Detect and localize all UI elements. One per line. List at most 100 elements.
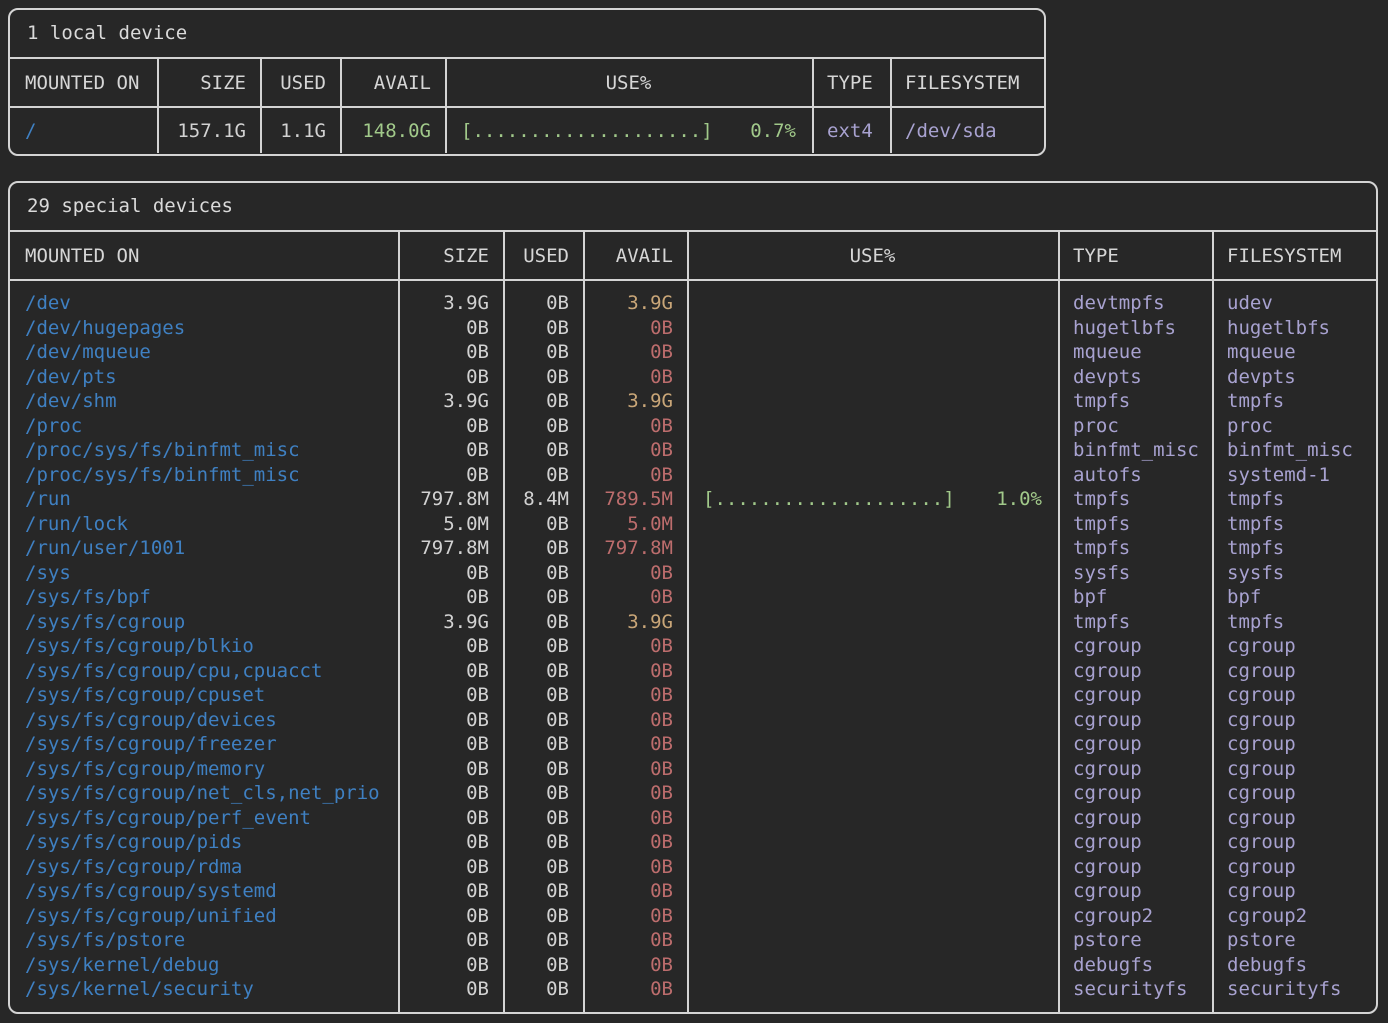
cell-used: 0B: [503, 659, 583, 684]
special-devices-title: 29 special devices: [10, 183, 1376, 232]
cell-avail: 0B: [583, 438, 687, 463]
table-row: /run/lock5.0M0B5.0Mtmpfstmpfs: [10, 512, 1376, 537]
cell-used: 0B: [503, 977, 583, 1002]
cell-type: cgroup: [1058, 879, 1212, 904]
cell-filesystem: systemd-1: [1212, 463, 1376, 488]
cell-filesystem: tmpfs: [1212, 512, 1376, 537]
usage-bar: [....................]: [703, 487, 955, 512]
cell-used: 0B: [503, 610, 583, 635]
table-row: /sys/fs/cgroup/systemd0B0B0Bcgroupcgroup: [10, 879, 1376, 904]
cell-used: 0B: [503, 340, 583, 365]
cell-mounted-on: /dev/pts: [10, 365, 398, 390]
cell-used: 0B: [503, 732, 583, 757]
cell-size: 157.1G: [157, 120, 260, 142]
cell-filesystem: cgroup: [1212, 732, 1376, 757]
cell-used: 0B: [503, 879, 583, 904]
cell-type: tmpfs: [1058, 536, 1212, 561]
cell-size: 0B: [398, 830, 503, 855]
cell-mounted-on: /sys/fs/cgroup/devices: [10, 708, 398, 733]
column-header-use-percent: USE%: [687, 245, 1058, 267]
cell-size: 3.9G: [398, 610, 503, 635]
cell-filesystem: tmpfs: [1212, 610, 1376, 635]
cell-filesystem: cgroup: [1212, 683, 1376, 708]
cell-type: cgroup2: [1058, 904, 1212, 929]
cell-used: 0B: [503, 683, 583, 708]
cell-mounted-on: /dev/shm: [10, 389, 398, 414]
cell-mounted-on: /sys/fs/cgroup/freezer: [10, 732, 398, 757]
cell-size: 0B: [398, 585, 503, 610]
table-row: /sys/fs/cgroup/memory0B0B0Bcgroupcgroup: [10, 757, 1376, 782]
table-row: /sys/fs/cgroup/cpu,cpuacct0B0B0Bcgroupcg…: [10, 659, 1376, 684]
cell-used: 0B: [503, 634, 583, 659]
cell-mounted-on: /sys/fs/cgroup/blkio: [10, 634, 398, 659]
cell-avail: 797.8M: [583, 536, 687, 561]
column-header-avail: AVAIL: [340, 72, 445, 94]
table-row: /dev/shm3.9G0B3.9Gtmpfstmpfs: [10, 389, 1376, 414]
cell-used: 0B: [503, 438, 583, 463]
cell-type: devpts: [1058, 365, 1212, 390]
cell-mounted-on: /run/lock: [10, 512, 398, 537]
cell-used: 0B: [503, 316, 583, 341]
cell-mounted-on: /sys/fs/cgroup/pids: [10, 830, 398, 855]
cell-mounted-on: /sys/fs/cgroup/systemd: [10, 879, 398, 904]
cell-avail: 0B: [583, 708, 687, 733]
cell-filesystem: binfmt_misc: [1212, 438, 1376, 463]
cell-size: 5.0M: [398, 512, 503, 537]
table-row: /sys/fs/cgroup/perf_event0B0B0Bcgroupcgr…: [10, 806, 1376, 831]
table-row: /run/user/1001797.8M0B797.8Mtmpfstmpfs: [10, 536, 1376, 561]
column-header-type: TYPE: [812, 72, 890, 94]
cell-size: 0B: [398, 806, 503, 831]
cell-mounted-on: /run: [10, 487, 398, 512]
usage-percent-label: 1.0%: [996, 487, 1042, 512]
table-row: /dev/pts0B0B0Bdevptsdevpts: [10, 365, 1376, 390]
column-header-used: USED: [503, 245, 583, 267]
cell-filesystem: /dev/sda: [890, 120, 1044, 142]
cell-type: devtmpfs: [1058, 291, 1212, 316]
table-row: /sys/fs/cgroup/net_cls,net_prio0B0B0Bcgr…: [10, 781, 1376, 806]
cell-avail: 3.9G: [583, 610, 687, 635]
cell-size: 3.9G: [398, 389, 503, 414]
cell-mounted-on: /sys/fs/cgroup/memory: [10, 757, 398, 782]
table-row: /sys/fs/cgroup/rdma0B0B0Bcgroupcgroup: [10, 855, 1376, 880]
cell-type: tmpfs: [1058, 389, 1212, 414]
table-row: /proc/sys/fs/binfmt_misc0B0B0Bautofssyst…: [10, 463, 1376, 488]
cell-mounted-on: /sys/fs/cgroup/unified: [10, 904, 398, 929]
cell-avail: 0B: [583, 634, 687, 659]
cell-avail: 0B: [583, 904, 687, 929]
cell-used: 0B: [503, 904, 583, 929]
table-row: /sys/kernel/debug0B0B0Bdebugfsdebugfs: [10, 953, 1376, 978]
cell-used: 0B: [503, 708, 583, 733]
cell-avail: 0B: [583, 340, 687, 365]
cell-used: 0B: [503, 291, 583, 316]
table-row: /dev/hugepages0B0B0Bhugetlbfshugetlbfs: [10, 316, 1376, 341]
column-header-filesystem: FILESYSTEM: [1212, 245, 1376, 267]
cell-avail: 0B: [583, 659, 687, 684]
cell-filesystem: securityfs: [1212, 977, 1376, 1002]
cell-size: 0B: [398, 634, 503, 659]
cell-type: cgroup: [1058, 806, 1212, 831]
cell-used: 0B: [503, 855, 583, 880]
cell-mounted-on: /sys: [10, 561, 398, 586]
cell-type: pstore: [1058, 928, 1212, 953]
cell-used: 0B: [503, 365, 583, 390]
cell-size: 0B: [398, 316, 503, 341]
cell-type: hugetlbfs: [1058, 316, 1212, 341]
cell-size: 0B: [398, 732, 503, 757]
cell-filesystem: tmpfs: [1212, 487, 1376, 512]
table-row: /dev/mqueue0B0B0Bmqueuemqueue: [10, 340, 1376, 365]
cell-size: 0B: [398, 659, 503, 684]
table-row: /sys/fs/cgroup/freezer0B0B0Bcgroupcgroup: [10, 732, 1376, 757]
cell-type: cgroup: [1058, 708, 1212, 733]
cell-used: 0B: [503, 781, 583, 806]
cell-type: cgroup: [1058, 855, 1212, 880]
cell-mounted-on: /sys/fs/pstore: [10, 928, 398, 953]
cell-filesystem: pstore: [1212, 928, 1376, 953]
cell-filesystem: cgroup: [1212, 708, 1376, 733]
column-header-mounted-on: MOUNTED ON: [10, 245, 398, 267]
cell-mounted-on: /run/user/1001: [10, 536, 398, 561]
cell-type: tmpfs: [1058, 512, 1212, 537]
cell-avail: 0B: [583, 683, 687, 708]
table-row: /sys/kernel/security0B0B0Bsecurityfssecu…: [10, 977, 1376, 1002]
cell-used: 0B: [503, 536, 583, 561]
cell-mounted-on: /sys/fs/cgroup: [10, 610, 398, 635]
